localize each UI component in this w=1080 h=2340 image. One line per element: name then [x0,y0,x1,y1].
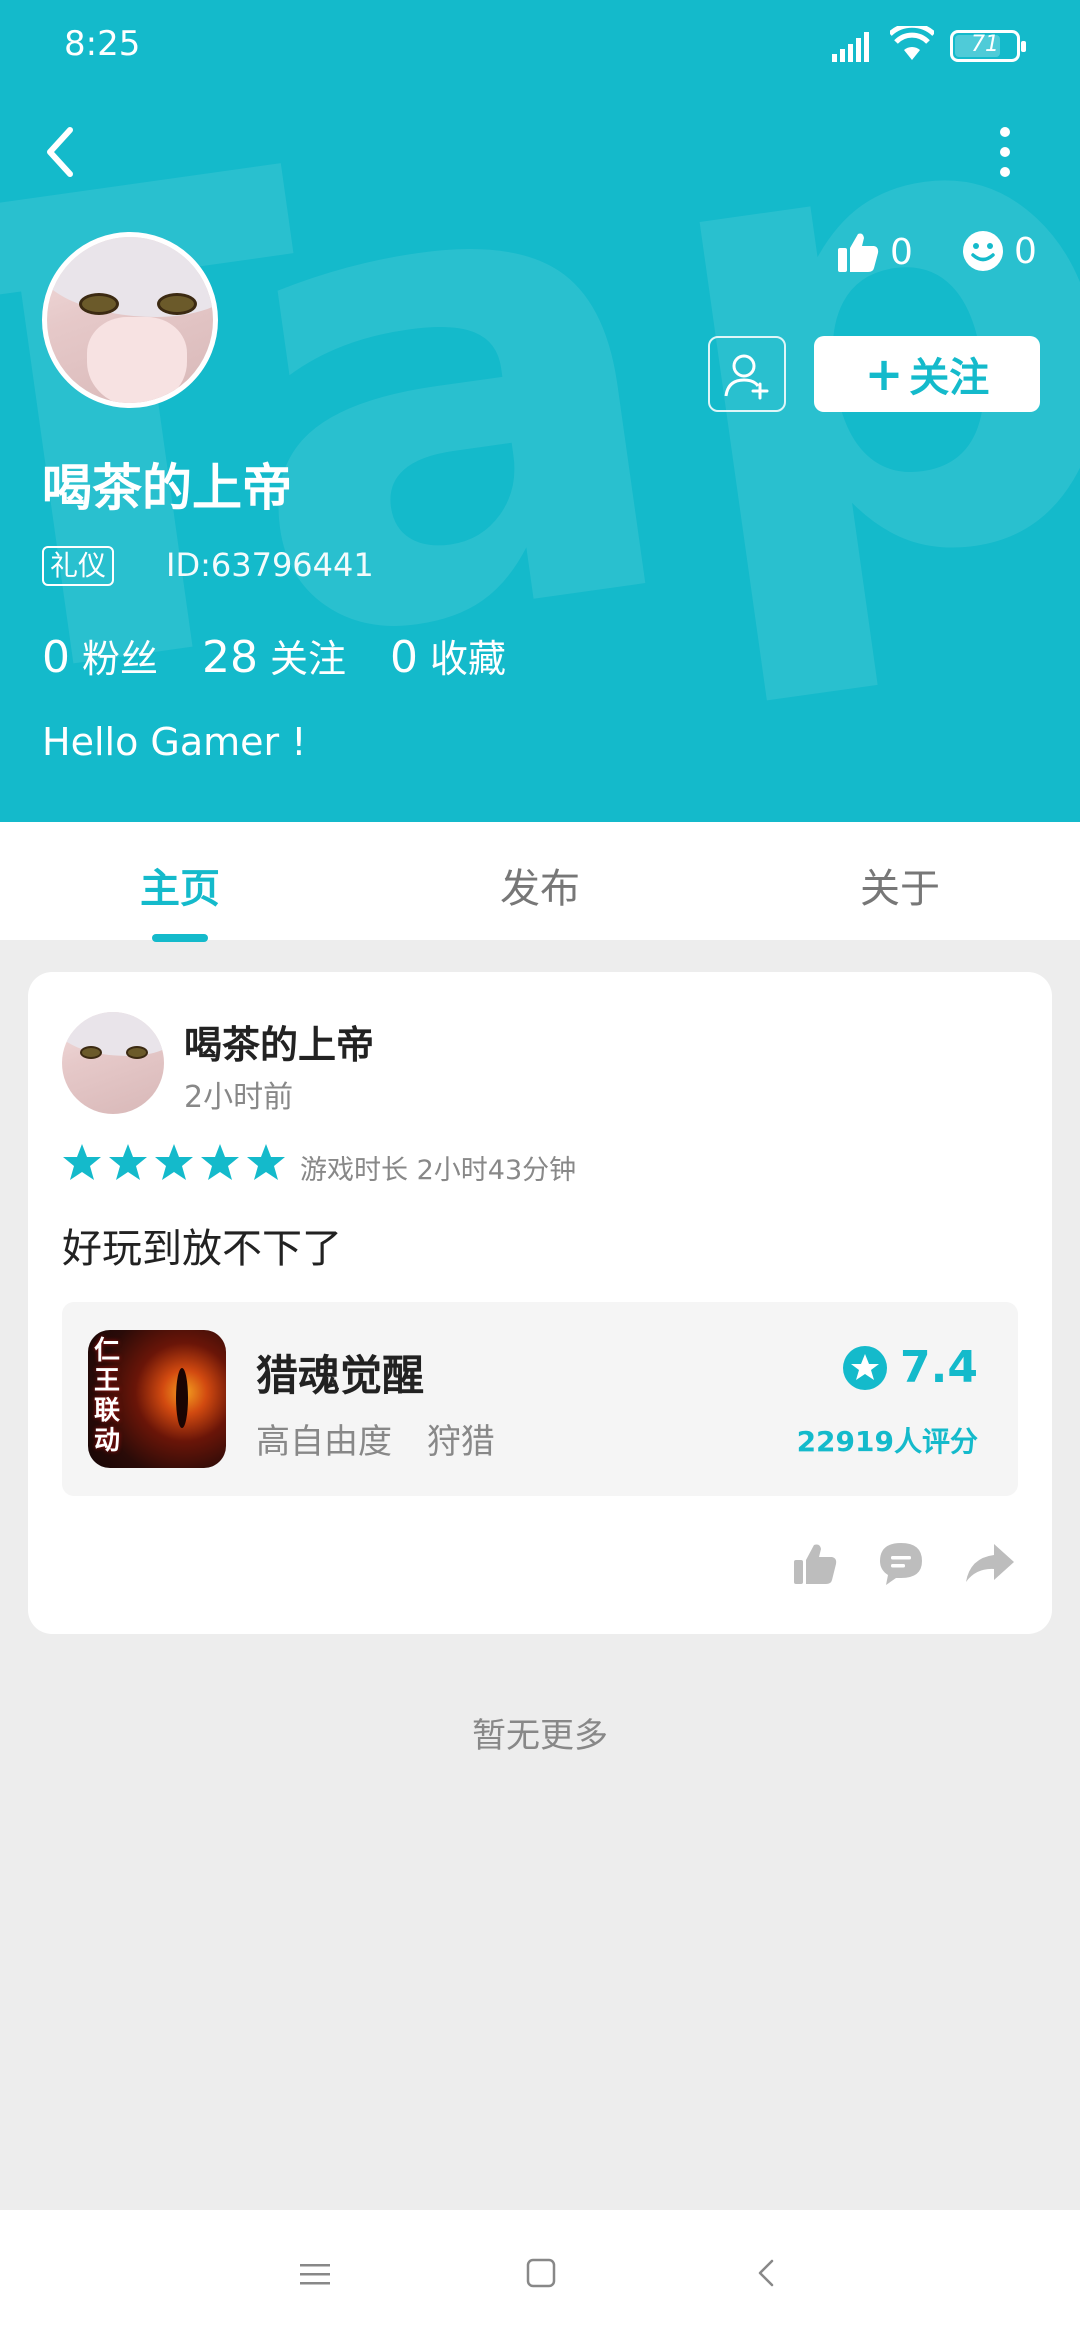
game-icon-text: 仁王联动 [94,1336,121,1456]
no-more-text: 暂无更多 [472,1716,608,1756]
review-time: 2小时前 [184,1080,294,1115]
follow-button[interactable]: + 关注 [814,336,1040,412]
playtime: 游戏时长 2小时43分钟 [300,1155,577,1186]
avatar[interactable] [42,232,218,408]
followers-count[interactable]: 0 [42,632,70,683]
more-icon[interactable] [990,124,1020,180]
star-icon [63,1144,101,1180]
review-text: 好玩到放不下了 [62,1226,342,1272]
tab-about[interactable]: 关于 [800,856,1000,914]
system-nav-bar [0,2210,1080,2340]
battery-level: 71 [971,32,999,57]
nav-back-icon[interactable] [756,2258,776,2288]
game-score-value: 7.4 [900,1342,978,1393]
reactions-stat: 0 [962,230,1037,272]
add-friend-button[interactable] [708,336,786,412]
share-icon[interactable] [964,1540,1016,1586]
tab-home[interactable]: 主页 [80,856,280,914]
comment-icon[interactable] [878,1540,924,1586]
profile-header: Tap 8:25 71 0 0 + 关注 喝茶的上帝 礼仪 ID:6379644… [0,0,1080,822]
game-name: 猎魂觉醒 [256,1351,425,1400]
status-bar: 8:25 71 [0,0,1080,100]
wifi-icon [890,26,934,60]
game-tag: 狩猎 [426,1422,495,1462]
follow-label: 关注 [909,355,990,401]
like-icon[interactable] [792,1540,838,1586]
review-author-name[interactable]: 喝茶的上帝 [184,1014,374,1069]
battery-icon: 71 [950,30,1026,62]
plus-icon: + [864,347,904,401]
following-label[interactable]: 关注 [270,628,346,683]
signal-icon [832,32,869,62]
review-author-avatar[interactable] [62,1012,164,1114]
tab-indicator [152,934,208,942]
smile-icon [963,231,1003,271]
likes-stat: 0 [836,230,913,274]
likes-count: 0 [890,231,913,273]
rating-stars [62,1142,292,1182]
menu-icon[interactable] [300,2260,330,2288]
followers-label[interactable]: 粉丝 [82,628,158,683]
status-time: 8:25 [64,24,141,64]
game-tag: 高自由度 [256,1422,392,1462]
back-icon[interactable] [40,122,84,182]
star-icon [247,1144,285,1180]
game-score: 7.4 [842,1342,978,1393]
review-card[interactable]: 喝茶的上帝 2小时前 游戏时长 2小时43分钟 好玩到放不下了 仁王联动 猎魂觉… [28,972,1052,1634]
profile-tabs: 主页 发布 关于 [0,822,1080,942]
star-icon [843,1345,888,1390]
following-count[interactable]: 28 [202,632,258,683]
game-tags: 高自由度 狩猎 [256,1414,519,1463]
game-card[interactable]: 仁王联动 猎魂觉醒 高自由度 狩猎 7.4 22919人评分 [62,1302,1018,1496]
game-icon[interactable]: 仁王联动 [88,1330,226,1468]
username: 喝茶的上帝 [42,459,292,517]
tab-posts[interactable]: 发布 [440,856,640,914]
favorites-count[interactable]: 0 [390,632,418,683]
star-icon [201,1144,239,1180]
add-friend-icon [724,354,769,400]
profile-stats: 0 粉丝 28 关注 0 收藏 [42,628,550,683]
favorites-label[interactable]: 收藏 [430,628,506,683]
user-bio: Hello Gamer ! [42,720,307,764]
game-rating-count: 22919人评分 [796,1425,978,1458]
review-actions [752,1540,1016,1586]
thumbs-up-icon [838,233,879,272]
reactions-count: 0 [1014,230,1037,272]
star-icon [155,1144,193,1180]
user-badge[interactable]: 礼仪 [42,546,115,586]
home-icon[interactable] [526,2258,556,2288]
star-icon [109,1144,147,1180]
user-id: ID:63796441 [166,546,374,584]
